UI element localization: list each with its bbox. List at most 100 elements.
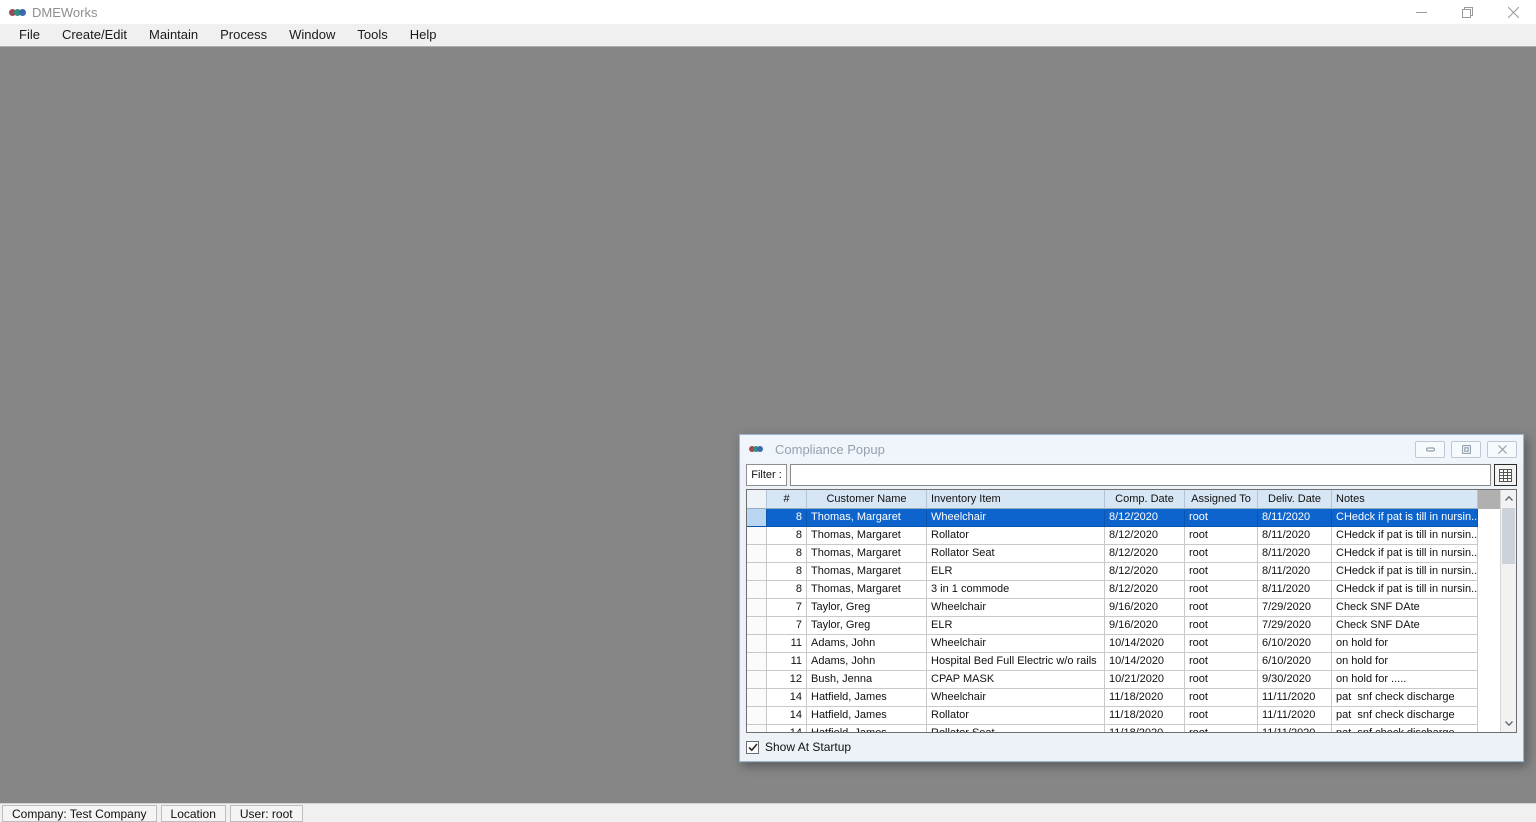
menu-create-edit[interactable]: Create/Edit: [51, 24, 138, 46]
menu-window[interactable]: Window: [278, 24, 346, 46]
cell-assigned-to[interactable]: root: [1185, 599, 1258, 617]
cell-assigned-to[interactable]: root: [1185, 509, 1258, 527]
row-selector[interactable]: [747, 725, 767, 732]
cell-inventory-item[interactable]: Wheelchair: [927, 509, 1105, 527]
cell-comp-date[interactable]: 11/18/2020: [1105, 725, 1185, 732]
column-header-comp-date[interactable]: Comp. Date: [1105, 490, 1185, 509]
cell-customer-name[interactable]: Thomas, Margaret: [807, 545, 927, 563]
cell-[interactable]: 14: [767, 707, 807, 725]
menu-process[interactable]: Process: [209, 24, 278, 46]
cell-notes[interactable]: pat snf check discharge: [1332, 689, 1478, 707]
cell-assigned-to[interactable]: root: [1185, 725, 1258, 732]
cell-assigned-to[interactable]: root: [1185, 635, 1258, 653]
cell-deliv-date[interactable]: 7/29/2020: [1258, 599, 1332, 617]
cell-comp-date[interactable]: 11/18/2020: [1105, 689, 1185, 707]
cell-notes[interactable]: CHedck if pat is till in nursin...: [1332, 527, 1478, 545]
cell-customer-name[interactable]: Thomas, Margaret: [807, 563, 927, 581]
row-selector[interactable]: [747, 635, 767, 653]
cell-notes[interactable]: on hold for: [1332, 635, 1478, 653]
cell-customer-name[interactable]: Thomas, Margaret: [807, 509, 927, 527]
cell-comp-date[interactable]: 8/12/2020: [1105, 581, 1185, 599]
cell-inventory-item[interactable]: Rollator: [927, 707, 1105, 725]
cell-inventory-item[interactable]: ELR: [927, 617, 1105, 635]
popup-titlebar[interactable]: Compliance Popup: [740, 435, 1523, 463]
restore-icon[interactable]: [1444, 0, 1490, 24]
menu-help[interactable]: Help: [399, 24, 448, 46]
cell-deliv-date[interactable]: 8/11/2020: [1258, 527, 1332, 545]
cell-notes[interactable]: Check SNF DAte: [1332, 617, 1478, 635]
column-header-inventory-item[interactable]: Inventory Item: [927, 490, 1105, 509]
row-selector[interactable]: [747, 563, 767, 581]
cell-[interactable]: 7: [767, 617, 807, 635]
cell-assigned-to[interactable]: root: [1185, 707, 1258, 725]
table-row[interactable]: 14Hatfield, JamesWheelchair11/18/2020roo…: [747, 689, 1500, 707]
cell-assigned-to[interactable]: root: [1185, 671, 1258, 689]
row-selector[interactable]: [747, 509, 767, 527]
cell-notes[interactable]: pat snf check discharge: [1332, 725, 1478, 732]
table-row[interactable]: 11Adams, JohnHospital Bed Full Electric …: [747, 653, 1500, 671]
column-header-deliv-date[interactable]: Deliv. Date: [1258, 490, 1332, 509]
row-selector-header[interactable]: [747, 490, 767, 509]
cell-deliv-date[interactable]: 11/11/2020: [1258, 707, 1332, 725]
row-selector[interactable]: [747, 599, 767, 617]
cell-[interactable]: 14: [767, 689, 807, 707]
cell-comp-date[interactable]: 8/12/2020: [1105, 509, 1185, 527]
menu-maintain[interactable]: Maintain: [138, 24, 209, 46]
cell-customer-name[interactable]: Adams, John: [807, 635, 927, 653]
table-row[interactable]: 12Bush, JennaCPAP MASK10/21/2020root9/30…: [747, 671, 1500, 689]
scroll-down-icon[interactable]: [1501, 715, 1516, 732]
table-row[interactable]: 8Thomas, MargaretWheelchair8/12/2020root…: [747, 509, 1500, 527]
cell-inventory-item[interactable]: ELR: [927, 563, 1105, 581]
cell-comp-date[interactable]: 10/14/2020: [1105, 635, 1185, 653]
cell-inventory-item[interactable]: Rollator Seat: [927, 725, 1105, 732]
cell-customer-name[interactable]: Hatfield, James: [807, 725, 927, 732]
cell-comp-date[interactable]: 8/12/2020: [1105, 563, 1185, 581]
cell-[interactable]: 8: [767, 581, 807, 599]
cell-notes[interactable]: CHedck if pat is till in nursin...: [1332, 563, 1478, 581]
scrollbar-thumb[interactable]: [1502, 508, 1515, 564]
cell-customer-name[interactable]: Taylor, Greg: [807, 617, 927, 635]
vertical-scrollbar[interactable]: [1500, 490, 1516, 732]
cell-customer-name[interactable]: Thomas, Margaret: [807, 527, 927, 545]
cell-inventory-item[interactable]: Wheelchair: [927, 635, 1105, 653]
cell-customer-name[interactable]: Thomas, Margaret: [807, 581, 927, 599]
column-header-customer-name[interactable]: Customer Name: [807, 490, 927, 509]
row-selector[interactable]: [747, 617, 767, 635]
cell-inventory-item[interactable]: Wheelchair: [927, 599, 1105, 617]
column-chooser-icon[interactable]: [1494, 464, 1517, 486]
filter-input[interactable]: [790, 464, 1491, 486]
cell-assigned-to[interactable]: root: [1185, 563, 1258, 581]
cell-customer-name[interactable]: Hatfield, James: [807, 707, 927, 725]
popup-close-icon[interactable]: [1487, 441, 1517, 458]
table-row[interactable]: 8Thomas, MargaretRollator8/12/2020root8/…: [747, 527, 1500, 545]
cell-notes[interactable]: CHedck if pat is till in nursin...: [1332, 545, 1478, 563]
cell-comp-date[interactable]: 9/16/2020: [1105, 617, 1185, 635]
row-selector[interactable]: [747, 581, 767, 599]
cell-assigned-to[interactable]: root: [1185, 689, 1258, 707]
cell-[interactable]: 12: [767, 671, 807, 689]
scroll-up-icon[interactable]: [1501, 490, 1516, 507]
cell-deliv-date[interactable]: 8/11/2020: [1258, 563, 1332, 581]
cell-notes[interactable]: Check SNF DAte: [1332, 599, 1478, 617]
cell-[interactable]: 8: [767, 545, 807, 563]
column-header-[interactable]: #: [767, 490, 807, 509]
cell-[interactable]: 8: [767, 563, 807, 581]
cell-notes[interactable]: CHedck if pat is till in nursin...: [1332, 581, 1478, 599]
cell-[interactable]: 11: [767, 653, 807, 671]
column-header-notes[interactable]: Notes: [1332, 490, 1478, 509]
cell-deliv-date[interactable]: 8/11/2020: [1258, 545, 1332, 563]
cell-assigned-to[interactable]: root: [1185, 545, 1258, 563]
cell-comp-date[interactable]: 10/21/2020: [1105, 671, 1185, 689]
cell-inventory-item[interactable]: Wheelchair: [927, 689, 1105, 707]
table-row[interactable]: 14Hatfield, JamesRollator Seat11/18/2020…: [747, 725, 1500, 732]
menu-tools[interactable]: Tools: [346, 24, 398, 46]
row-selector[interactable]: [747, 545, 767, 563]
cell-assigned-to[interactable]: root: [1185, 653, 1258, 671]
cell-comp-date[interactable]: 8/12/2020: [1105, 545, 1185, 563]
cell-deliv-date[interactable]: 9/30/2020: [1258, 671, 1332, 689]
cell-notes[interactable]: on hold for: [1332, 653, 1478, 671]
cell-deliv-date[interactable]: 8/11/2020: [1258, 581, 1332, 599]
cell-assigned-to[interactable]: root: [1185, 617, 1258, 635]
popup-minimize-icon[interactable]: [1415, 441, 1445, 458]
cell-inventory-item[interactable]: CPAP MASK: [927, 671, 1105, 689]
